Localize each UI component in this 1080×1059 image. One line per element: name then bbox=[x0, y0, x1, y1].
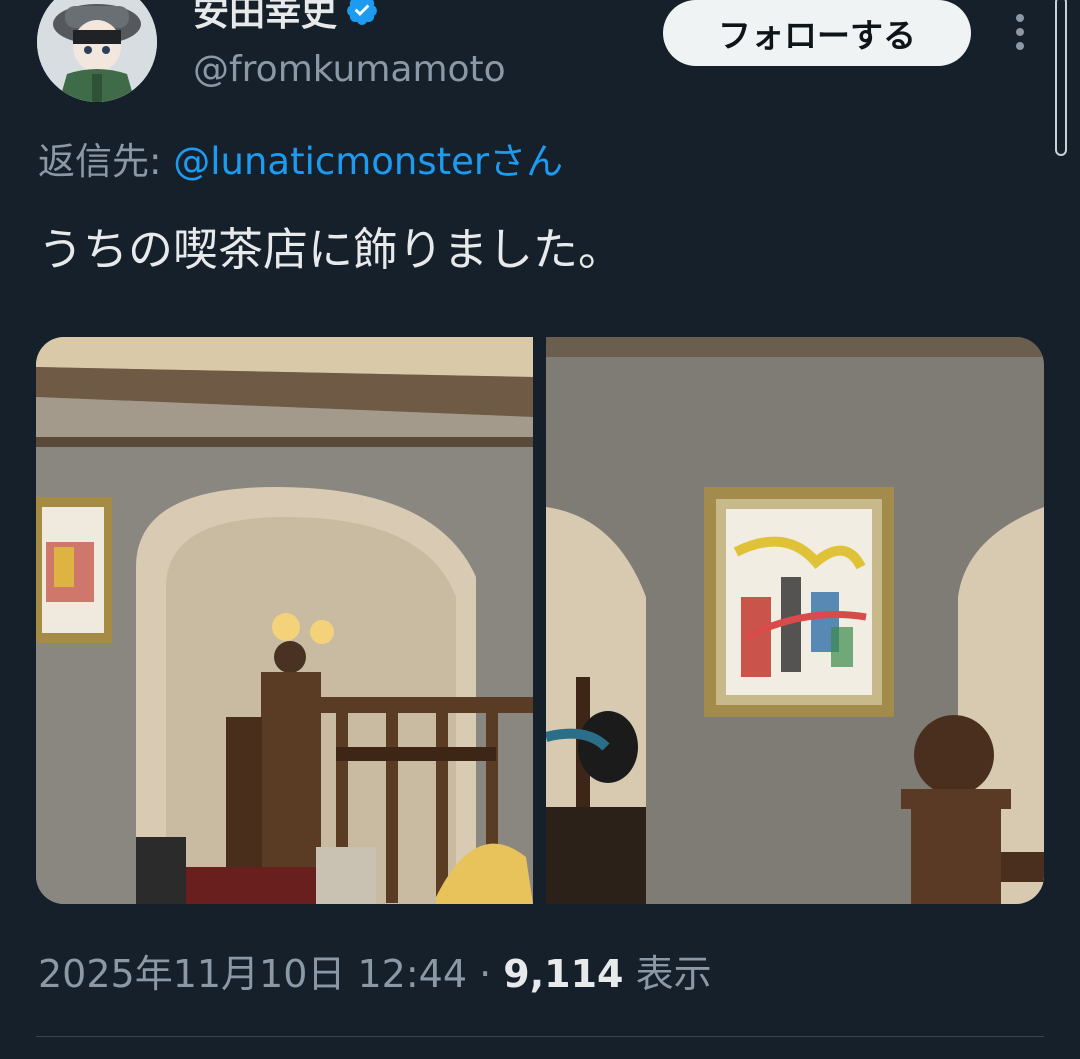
divider bbox=[36, 1036, 1044, 1037]
reply-mention-link[interactable]: @lunaticmonsterさん bbox=[173, 140, 563, 183]
verified-badge-icon bbox=[345, 0, 379, 38]
meta-separator: · bbox=[479, 952, 492, 996]
avatar[interactable] bbox=[37, 0, 157, 102]
views-label: 表示 bbox=[635, 952, 712, 996]
author-display-name[interactable]: 安田幸史 bbox=[193, 0, 379, 38]
replying-to-line: 返信先: @lunaticmonsterさん bbox=[38, 138, 563, 186]
scrollbar[interactable] bbox=[1055, 0, 1067, 156]
author-name-text[interactable]: 安田幸史 bbox=[193, 0, 337, 34]
timestamp[interactable]: 2025年11月10日 12:44 bbox=[38, 952, 467, 996]
photo-framed-painting[interactable] bbox=[546, 337, 1044, 904]
photo-cafe-interior[interactable] bbox=[36, 337, 533, 904]
follow-button[interactable]: フォローする bbox=[663, 0, 971, 66]
tweet-media bbox=[36, 337, 1044, 904]
tweet-meta: 2025年11月10日 12:44 · 9,114 表示 bbox=[38, 948, 712, 1000]
tweet-text: うちの喫茶店に飾りました。 bbox=[38, 223, 624, 276]
author-handle[interactable]: @fromkumamoto bbox=[193, 48, 506, 92]
views-count: 9,114 bbox=[503, 952, 624, 996]
avatar-image bbox=[37, 0, 157, 102]
replying-to-label: 返信先: bbox=[38, 140, 162, 183]
more-vertical-icon[interactable] bbox=[1010, 12, 1030, 52]
